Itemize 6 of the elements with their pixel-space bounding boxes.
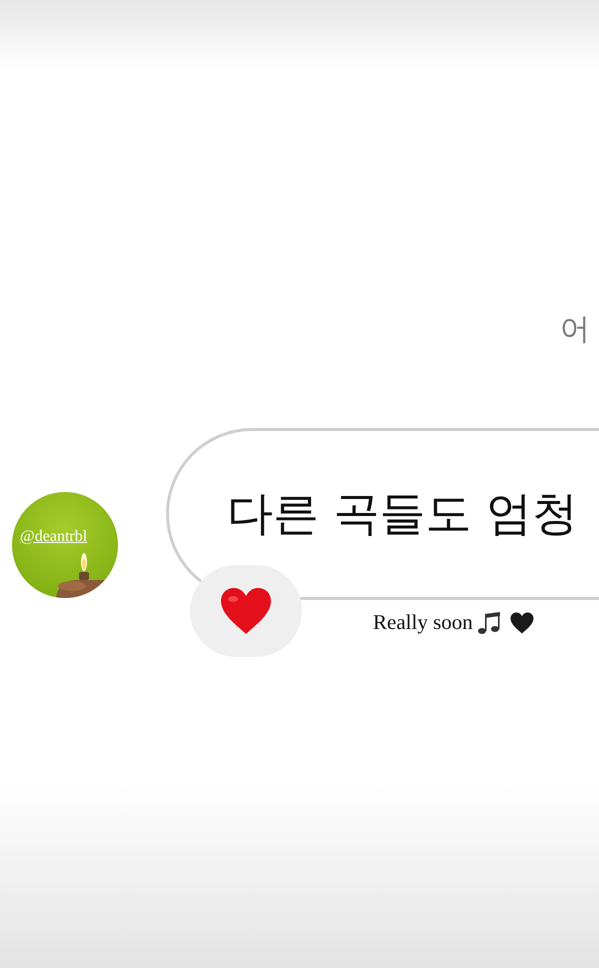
heart-icon (508, 612, 535, 634)
mention-link[interactable]: @deantrbl (20, 528, 88, 546)
heart-icon (219, 587, 273, 635)
message-text: 다른 곡들도 엄청 (227, 485, 578, 542)
caption-text: Really soon (373, 610, 473, 635)
message-text: 어 (560, 312, 590, 347)
